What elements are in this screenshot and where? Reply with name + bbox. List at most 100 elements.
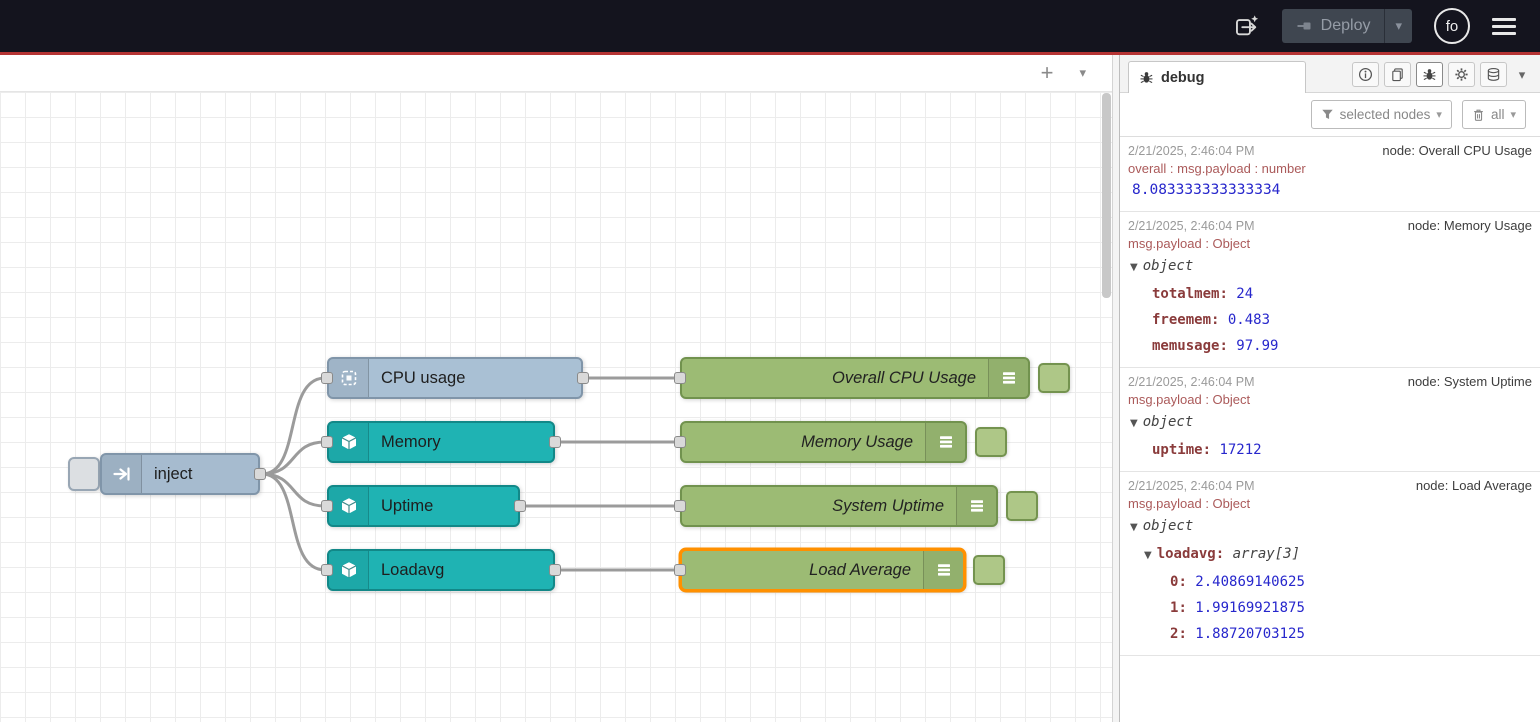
bug-icon bbox=[1422, 67, 1437, 82]
tab-help[interactable] bbox=[1384, 62, 1411, 87]
node-label: Load Average bbox=[682, 551, 923, 589]
canvas-toolbar: + ▾ bbox=[0, 55, 1112, 92]
canvas-vertical-scrollbar[interactable] bbox=[1102, 93, 1111, 722]
node-label: Loadavg bbox=[369, 551, 553, 589]
tab-info[interactable] bbox=[1352, 62, 1379, 87]
wire-inject-to-memory[interactable] bbox=[262, 442, 325, 474]
object-value: 0.483 bbox=[1228, 312, 1270, 328]
collapse-caret-icon[interactable]: ▼ bbox=[1130, 418, 1138, 429]
node-label: System Uptime bbox=[682, 487, 956, 525]
message-timestamp: 2/21/2025, 2:46:04 PM bbox=[1128, 219, 1254, 233]
debug-message-list: 2/21/2025, 2:46:04 PM node: Overall CPU … bbox=[1120, 137, 1540, 722]
debug-message: 2/21/2025, 2:46:04 PM node: Overall CPU … bbox=[1120, 137, 1540, 212]
port-output[interactable] bbox=[549, 436, 561, 448]
filter-label: selected nodes bbox=[1340, 107, 1431, 122]
debug-toggle-memory-usage[interactable] bbox=[975, 427, 1007, 457]
node-debug-overall-cpu-usage[interactable]: Overall CPU Usage bbox=[680, 357, 1030, 399]
sidebar-tab-bar: debug bbox=[1120, 55, 1540, 93]
sidebar: debug bbox=[1120, 55, 1540, 722]
deploy-options-caret[interactable]: ▾ bbox=[1384, 9, 1412, 43]
object-type: object bbox=[1143, 414, 1194, 430]
node-uptime[interactable]: Uptime bbox=[327, 485, 520, 527]
message-property: msg.payload : Object bbox=[1128, 236, 1532, 251]
port-input[interactable] bbox=[674, 500, 686, 512]
add-flow-button[interactable]: + bbox=[1041, 62, 1054, 84]
object-key: memusage bbox=[1152, 338, 1236, 354]
debug-toggle-load-average[interactable] bbox=[973, 555, 1005, 585]
clear-messages-button[interactable]: all ▾ bbox=[1462, 100, 1526, 129]
flow-list-caret[interactable]: ▾ bbox=[1079, 65, 1086, 81]
debug-filter-bar: selected nodes ▾ all ▾ bbox=[1120, 93, 1540, 137]
object-value: 97.99 bbox=[1236, 338, 1278, 354]
port-input[interactable] bbox=[674, 436, 686, 448]
collapse-caret-icon[interactable]: ▼ bbox=[1130, 522, 1138, 533]
tab-debug-icon[interactable] bbox=[1416, 62, 1443, 87]
sidebar-resize-handle[interactable] bbox=[1112, 55, 1120, 722]
node-memory[interactable]: Memory bbox=[327, 421, 555, 463]
object-value: 24 bbox=[1236, 286, 1253, 302]
port-output[interactable] bbox=[254, 468, 266, 480]
node-label: Memory Usage bbox=[682, 423, 925, 461]
node-inject[interactable]: inject bbox=[100, 453, 260, 495]
user-avatar[interactable]: fo bbox=[1434, 8, 1470, 44]
message-timestamp: 2/21/2025, 2:46:04 PM bbox=[1128, 144, 1254, 158]
node-debug-system-uptime[interactable]: System Uptime bbox=[680, 485, 998, 527]
export-library-button[interactable] bbox=[1234, 14, 1260, 38]
node-debug-memory-usage[interactable]: Memory Usage bbox=[680, 421, 967, 463]
array-value: 2.40869140625 bbox=[1195, 574, 1305, 590]
port-input[interactable] bbox=[321, 564, 333, 576]
object-value: 17212 bbox=[1219, 442, 1261, 458]
message-source-node: node: Memory Usage bbox=[1408, 218, 1532, 233]
trash-icon bbox=[1472, 108, 1485, 122]
filter-funnel-icon bbox=[1321, 108, 1334, 121]
object-key: uptime bbox=[1152, 442, 1219, 458]
tab-debug[interactable]: debug bbox=[1128, 61, 1306, 93]
node-red-app: Deploy ▾ fo + ▾ bbox=[0, 0, 1540, 722]
message-property: msg.payload : Object bbox=[1128, 496, 1532, 511]
port-input[interactable] bbox=[321, 372, 333, 384]
wire-inject-to-uptime[interactable] bbox=[262, 474, 325, 506]
debug-toggle-overall-cpu-usage[interactable] bbox=[1038, 363, 1070, 393]
export-icon bbox=[1234, 14, 1260, 38]
node-cpu-usage[interactable]: CPU usage bbox=[327, 357, 583, 399]
sidebar-tab-icons: ▾ bbox=[1352, 62, 1532, 87]
package-cube-icon bbox=[329, 487, 369, 525]
port-input[interactable] bbox=[321, 436, 333, 448]
inject-arrow-icon bbox=[102, 455, 142, 493]
avatar-initials: fo bbox=[1446, 18, 1459, 35]
message-source-node: node: Overall CPU Usage bbox=[1382, 143, 1532, 158]
main-menu-button[interactable] bbox=[1492, 18, 1516, 35]
port-input[interactable] bbox=[674, 564, 686, 576]
node-loadavg[interactable]: Loadavg bbox=[327, 549, 555, 591]
message-timestamp: 2/21/2025, 2:46:04 PM bbox=[1128, 479, 1254, 493]
tab-debug-label: debug bbox=[1161, 70, 1205, 86]
filter-nodes-button[interactable]: selected nodes ▾ bbox=[1311, 100, 1452, 129]
object-key: totalmem bbox=[1152, 286, 1236, 302]
debug-toggle-system-uptime[interactable] bbox=[1006, 491, 1038, 521]
port-output[interactable] bbox=[549, 564, 561, 576]
deploy-button[interactable]: Deploy ▾ bbox=[1282, 9, 1412, 43]
clear-label: all bbox=[1491, 107, 1505, 122]
tab-config[interactable] bbox=[1448, 62, 1475, 87]
object-type: object bbox=[1143, 518, 1194, 534]
scrollbar-thumb[interactable] bbox=[1102, 93, 1111, 298]
message-property: overall : msg.payload : number bbox=[1128, 161, 1532, 176]
array-index: 2 bbox=[1170, 626, 1195, 642]
tab-context[interactable] bbox=[1480, 62, 1507, 87]
sidebar-menu-caret[interactable]: ▾ bbox=[1512, 62, 1532, 87]
port-output[interactable] bbox=[577, 372, 589, 384]
header: Deploy ▾ fo bbox=[0, 0, 1540, 55]
flow-canvas[interactable]: + ▾ inje bbox=[0, 55, 1112, 722]
port-input[interactable] bbox=[321, 500, 333, 512]
port-output[interactable] bbox=[514, 500, 526, 512]
collapse-caret-icon[interactable]: ▼ bbox=[1144, 550, 1152, 561]
deploy-icon bbox=[1296, 18, 1312, 34]
collapse-caret-icon[interactable]: ▼ bbox=[1130, 262, 1138, 273]
node-debug-load-average[interactable]: Load Average bbox=[680, 549, 965, 591]
message-source-node: node: System Uptime bbox=[1408, 374, 1532, 389]
array-type: array[3] bbox=[1233, 546, 1300, 562]
database-icon bbox=[1486, 67, 1501, 82]
inject-trigger-button[interactable] bbox=[68, 457, 100, 491]
port-input[interactable] bbox=[674, 372, 686, 384]
message-timestamp: 2/21/2025, 2:46:04 PM bbox=[1128, 375, 1254, 389]
